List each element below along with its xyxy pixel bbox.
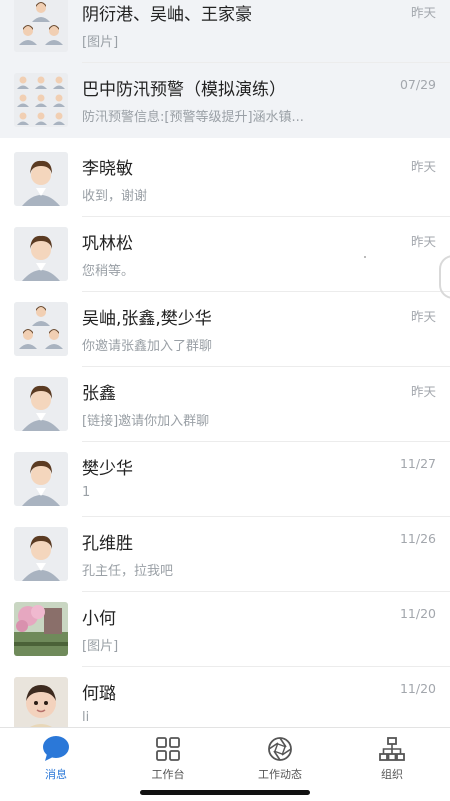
photo-avatar: [14, 602, 68, 656]
tab-organization[interactable]: 组织: [336, 728, 448, 788]
conversation-time: 昨天: [410, 234, 436, 249]
conversation-preview: li: [82, 710, 90, 725]
conversation-item[interactable]: 樊少华 1 11/27: [0, 442, 450, 517]
conversation-name: 阴衍港、吴岫、王家豪: [82, 5, 252, 25]
photo-avatar: [14, 677, 68, 727]
conversation-time: 昨天: [410, 384, 436, 399]
conversation-preview: [图片]: [82, 639, 119, 654]
grid-icon: [156, 737, 180, 761]
tab-label: 组织: [381, 768, 403, 781]
conversation-item[interactable]: 张鑫 [链接]邀请你加入群聊 昨天: [0, 367, 450, 442]
conversation-preview: 您稍等。: [82, 264, 135, 279]
conversation-preview: [图片]: [82, 35, 119, 50]
conversation-name: 巴中防汛预警（模拟演练）: [82, 80, 286, 100]
conversation-name: 巩林松: [82, 234, 133, 254]
dust-speck: [364, 256, 366, 258]
conversation-time: 昨天: [410, 309, 436, 324]
person-avatar: [14, 227, 68, 281]
conversation-item[interactable]: 李晓敏 收到，谢谢 昨天: [0, 142, 450, 217]
conversation-name: 樊少华: [82, 459, 133, 479]
aperture-icon: [268, 737, 292, 761]
conversation-item[interactable]: 吴岫,张鑫,樊少华 你邀请张鑫加入了群聊 昨天: [0, 292, 450, 367]
conversation-name: 孔维胜: [82, 534, 133, 554]
tab-work-updates[interactable]: 工作动态: [224, 728, 336, 788]
conversation-item[interactable]: 孔维胜 孔主任，拉我吧 11/26: [0, 517, 450, 592]
org-chart-icon: [379, 737, 405, 761]
person-avatar: [14, 152, 68, 206]
conversation-preview: 防汛预警信息:[预警等级提升]涵水镇...: [82, 110, 304, 125]
home-indicator[interactable]: [140, 790, 310, 795]
person-avatar: [14, 452, 68, 506]
conversation-item[interactable]: 阴衍港、吴岫、王家豪 [图片] 昨天: [0, 0, 450, 63]
conversation-preview: 你邀请张鑫加入了群聊: [82, 339, 213, 354]
conversation-preview: 1: [82, 485, 91, 500]
tab-label: 工作台: [151, 768, 185, 781]
message-bubble-icon: [43, 736, 69, 761]
tab-workbench[interactable]: 工作台: [112, 728, 224, 788]
conversation-name: 小何: [82, 609, 116, 629]
tab-messages[interactable]: 消息: [0, 728, 112, 788]
conversation-preview: 收到，谢谢: [82, 189, 148, 204]
conversation-time: 07/29: [399, 77, 436, 92]
conversation-time: 11/27: [399, 456, 436, 471]
conversation-name: 李晓敏: [82, 159, 133, 179]
conversation-time: 11/20: [399, 681, 436, 696]
conversation-item[interactable]: 何璐 li 11/20: [0, 667, 450, 727]
conversation-time: 11/20: [399, 606, 436, 621]
conversation-time: 昨天: [410, 5, 436, 20]
tab-label: 消息: [45, 768, 67, 781]
person-avatar: [14, 377, 68, 431]
conversation-item[interactable]: 巩林松 您稍等。 昨天: [0, 217, 450, 292]
group-avatar: [14, 302, 68, 356]
conversation-preview: [链接]邀请你加入群聊: [82, 414, 210, 429]
group-avatar: [14, 73, 68, 127]
conversation-name: 张鑫: [82, 384, 116, 404]
conversation-time: 昨天: [410, 159, 436, 174]
conversation-item[interactable]: 小何 [图片] 11/20: [0, 592, 450, 667]
person-avatar: [14, 527, 68, 581]
conversation-item[interactable]: 巴中防汛预警（模拟演练） 防汛预警信息:[预警等级提升]涵水镇... 07/29: [0, 63, 450, 138]
conversation-name: 吴岫,张鑫,樊少华: [82, 309, 212, 329]
conversation-name: 何璐: [82, 684, 116, 704]
tab-label: 工作动态: [258, 768, 302, 781]
conversation-time: 11/26: [399, 531, 436, 546]
edge-drag-handle[interactable]: [439, 255, 450, 299]
conversation-list[interactable]: 阴衍港、吴岫、王家豪 [图片] 昨天 巴中防汛预警（模拟演练） 防汛预警信息:[…: [0, 0, 450, 727]
group-avatar: [14, 0, 68, 52]
conversation-preview: 孔主任，拉我吧: [82, 564, 174, 579]
